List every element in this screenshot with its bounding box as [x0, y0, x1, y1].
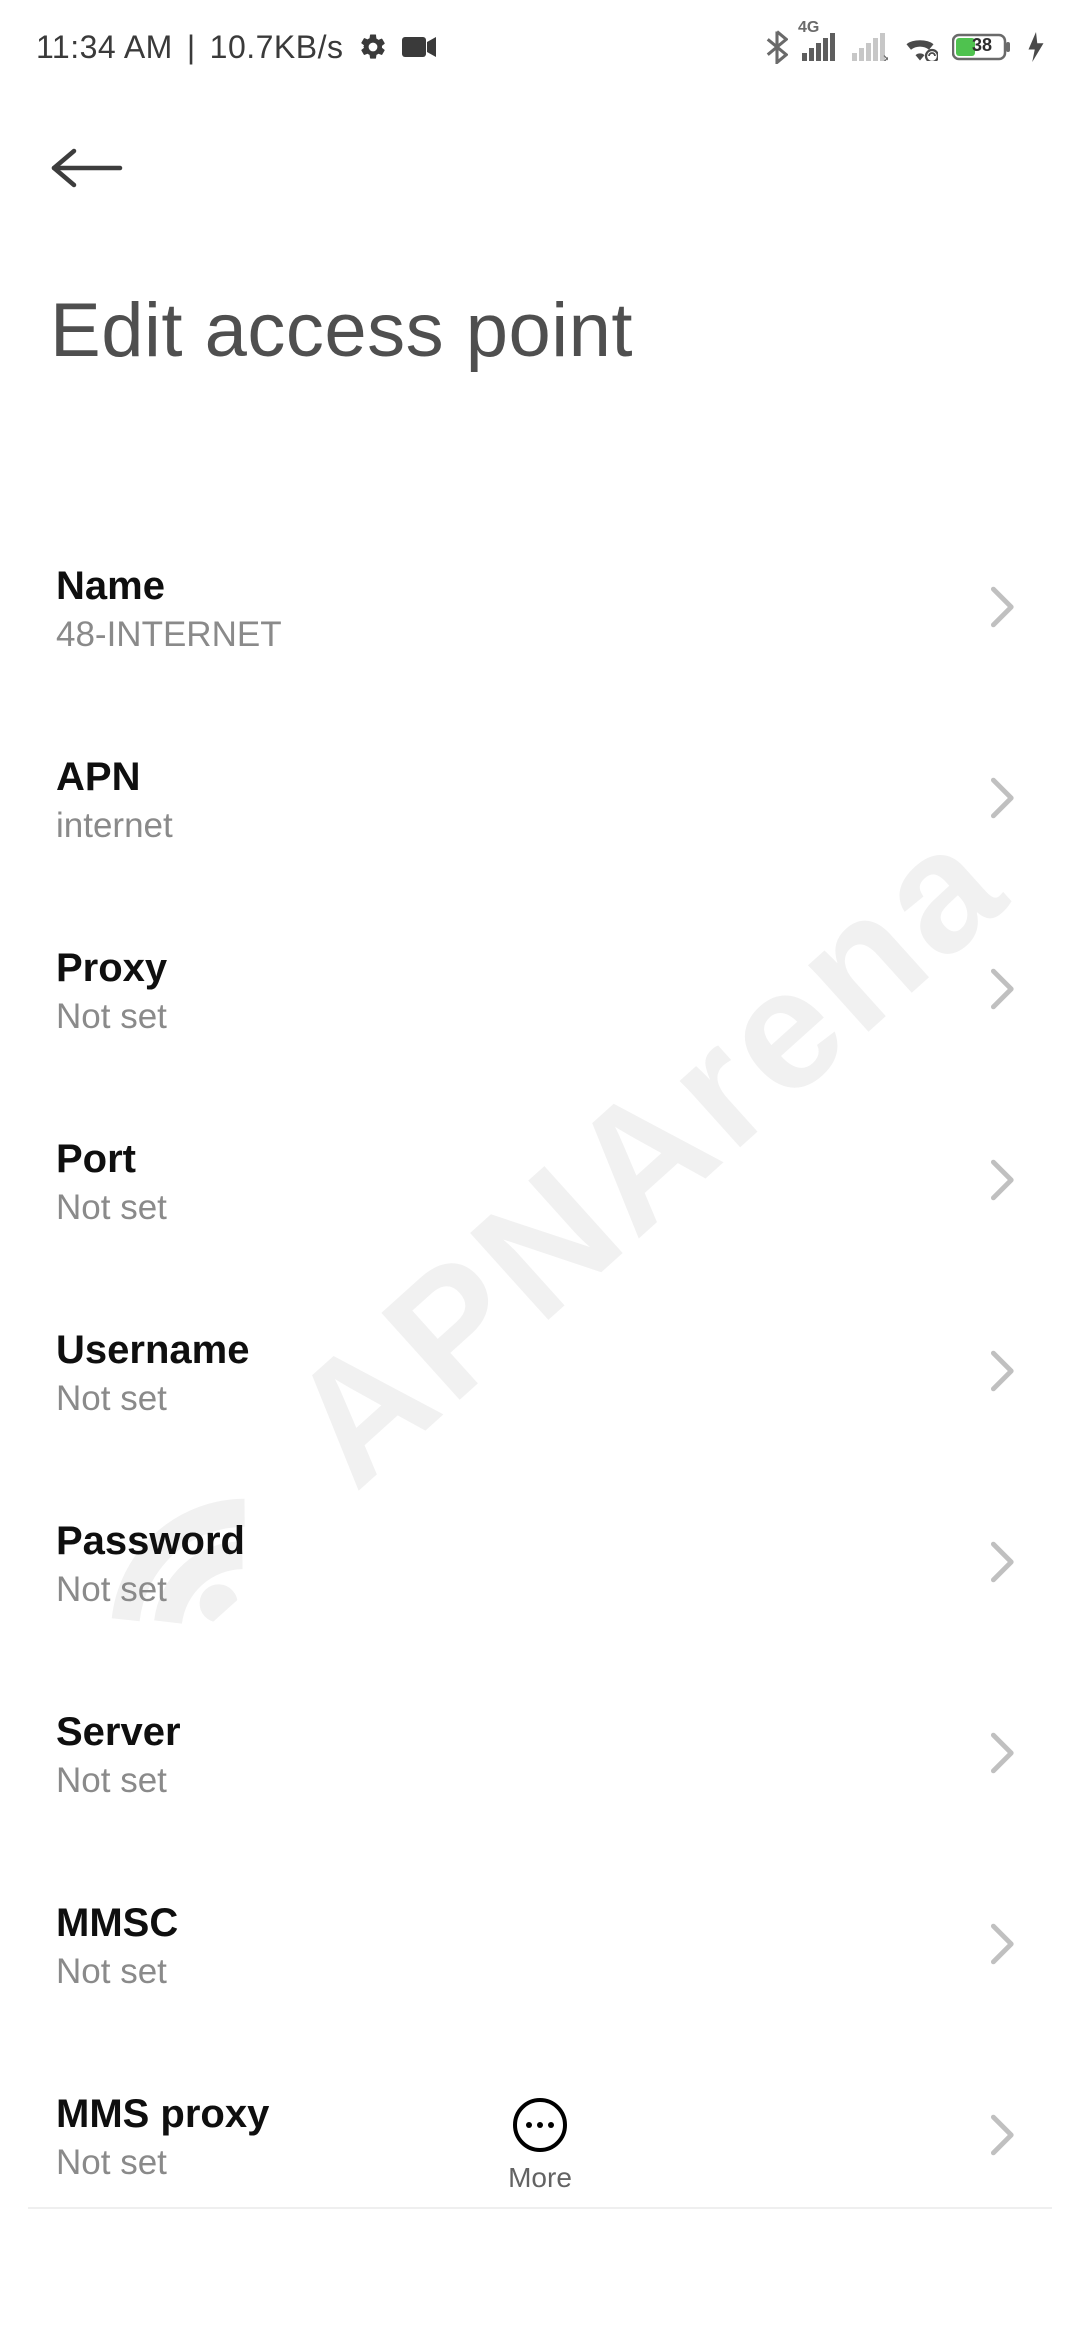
battery-icon: 38 [952, 32, 1014, 62]
chevron-right-icon [986, 585, 1020, 634]
more-button[interactable]: More [508, 2098, 572, 2194]
setting-port[interactable]: Port Not set [0, 1087, 1080, 1278]
setting-label: MMSC [56, 1901, 178, 1946]
setting-label: Password [56, 1519, 245, 1564]
setting-value: 48-INTERNET [56, 615, 282, 655]
setting-proxy[interactable]: Proxy Not set [0, 896, 1080, 1087]
status-left: 11:34 AM | 10.7KB/s [36, 29, 436, 66]
setting-username[interactable]: Username Not set [0, 1278, 1080, 1469]
bottom-bar: More [0, 2098, 1080, 2194]
wifi-icon [902, 33, 938, 61]
chevron-right-icon [986, 1731, 1020, 1780]
setting-label: Port [56, 1137, 167, 1182]
setting-label: APN [56, 755, 173, 800]
setting-label: Username [56, 1328, 249, 1373]
setting-password[interactable]: Password Not set [0, 1469, 1080, 1660]
setting-value: internet [56, 806, 173, 846]
chevron-right-icon [986, 1349, 1020, 1398]
setting-server[interactable]: Server Not set [0, 1660, 1080, 1851]
setting-value: Not set [56, 1379, 249, 1419]
chevron-right-icon [986, 776, 1020, 825]
chevron-right-icon [986, 1922, 1020, 1971]
more-label: More [508, 2162, 572, 2194]
setting-label: Name [56, 564, 282, 609]
charging-icon [1028, 32, 1044, 62]
arrow-left-icon [50, 148, 124, 188]
more-icon [513, 2098, 567, 2152]
setting-label: Proxy [56, 946, 167, 991]
setting-name[interactable]: Name 48-INTERNET [0, 514, 1080, 705]
status-time: 11:34 AM [36, 29, 173, 66]
setting-mmsc[interactable]: MMSC Not set [0, 1851, 1080, 2042]
page-title: Edit access point [50, 287, 1028, 374]
setting-value: Not set [56, 1188, 167, 1228]
setting-value: Not set [56, 1570, 245, 1610]
setting-value: Not set [56, 1952, 178, 1992]
chevron-right-icon [986, 1158, 1020, 1207]
nav-bar [0, 2329, 1080, 2340]
setting-value: Not set [56, 997, 167, 1037]
battery-pct: 38 [972, 35, 992, 56]
status-bar: 11:34 AM | 10.7KB/s 4G ✕ [0, 0, 1080, 78]
setting-apn[interactable]: APN internet [0, 705, 1080, 896]
back-button[interactable] [50, 148, 124, 188]
bluetooth-icon [766, 30, 788, 64]
gear-icon [358, 32, 388, 62]
status-separator: | [187, 29, 196, 66]
settings-list: Name 48-INTERNET APN internet Proxy Not … [0, 514, 1080, 2233]
chevron-right-icon [986, 967, 1020, 1016]
network-4g-label: 4G [798, 19, 819, 37]
header: Edit access point [0, 78, 1080, 374]
status-right: 4G ✕ 38 [766, 30, 1044, 64]
chevron-right-icon [986, 1540, 1020, 1589]
svg-text:✕: ✕ [882, 52, 888, 61]
setting-label: Server [56, 1710, 181, 1755]
camera-icon [402, 35, 436, 59]
status-speed: 10.7KB/s [210, 29, 344, 66]
signal-4g-icon: 4G [802, 33, 838, 61]
signal-nosim-icon: ✕ [852, 33, 888, 61]
setting-value: Not set [56, 1761, 181, 1801]
